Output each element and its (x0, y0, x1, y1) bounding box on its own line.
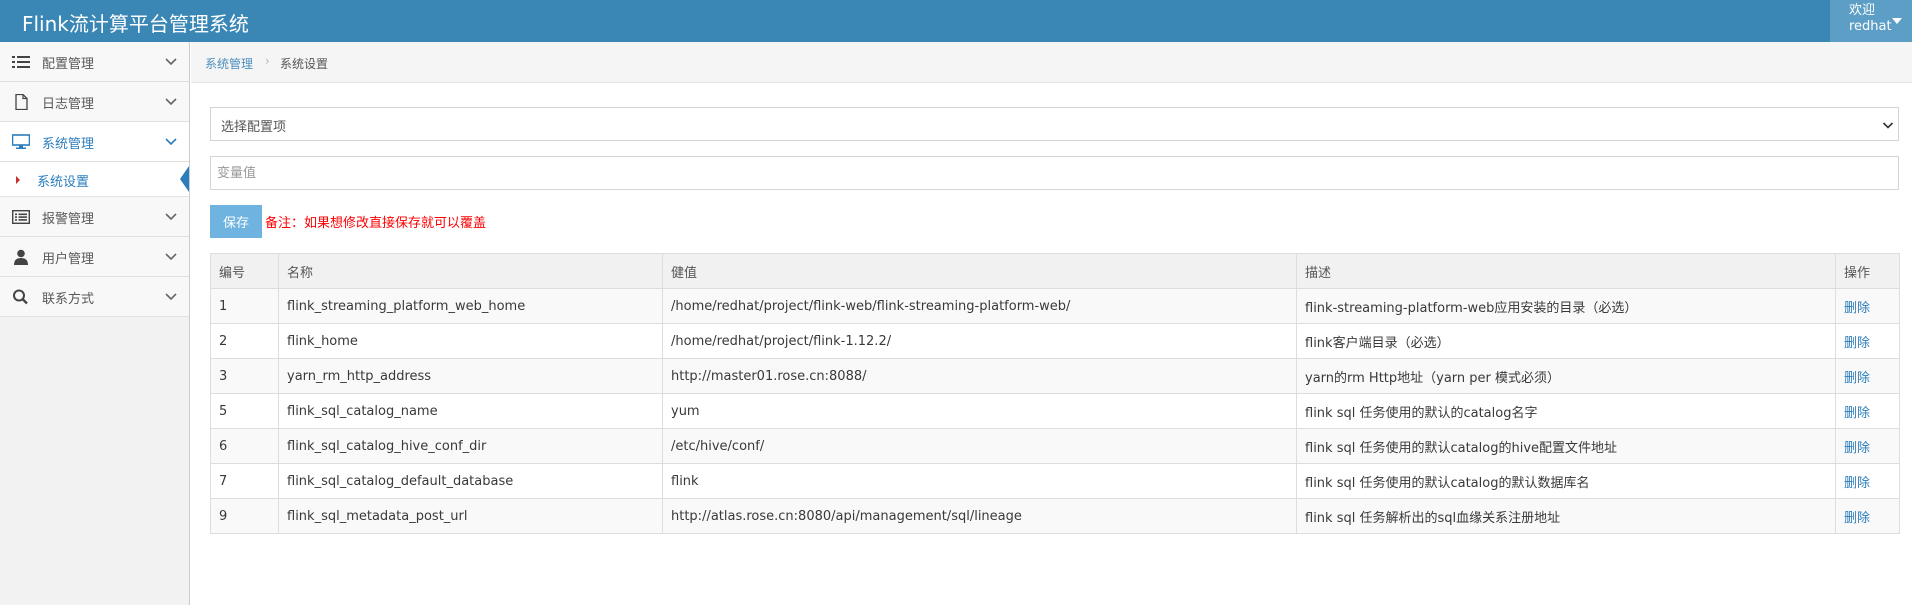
sidebar-item-label: 联系方式 (42, 292, 95, 307)
sidebar-item-label: 用户管理 (42, 252, 95, 267)
cell-name: flink_sql_catalog_name (278, 393, 663, 429)
cell-id: 7 (210, 463, 279, 499)
cell-name: flink_sql_metadata_post_url (278, 498, 663, 534)
welcome-label: 欢迎 (1849, 3, 1876, 18)
delete-link[interactable]: 删除 (1835, 358, 1900, 394)
sidebar: 配置管理 日志管理 系统管理 系统设置 报警管理 用户管理 联系方式 (0, 42, 190, 605)
cell-id: 6 (210, 428, 279, 464)
caret-right-icon (16, 176, 20, 184)
cell-description: flink sql 任务使用的默认的catalog名字 (1296, 393, 1836, 429)
table-row: 2 flink_home /home/redhat/project/flink-… (210, 323, 1900, 359)
chevron-down-icon (165, 293, 177, 301)
note-text: 备注：如果想修改直接保存就可以覆盖 (265, 216, 487, 231)
column-header-name: 名称 (278, 253, 663, 289)
table-header-row: 编号 名称 健值 描述 操作 (210, 253, 1900, 289)
delete-link[interactable]: 删除 (1835, 498, 1900, 534)
cell-value: http://atlas.rose.cn:8080/api/management… (662, 498, 1297, 534)
sidebar-item-logs[interactable]: 日志管理 (0, 82, 189, 122)
search-icon (13, 289, 28, 305)
cell-description: flink sql 任务使用的默认catalog的默认数据库名 (1296, 463, 1836, 499)
list-icon (12, 56, 30, 68)
user-icon (14, 249, 28, 265)
table-row: 5 flink_sql_catalog_name yum flink sql 任… (210, 393, 1900, 429)
cell-name: flink_streaming_platform_web_home (278, 288, 663, 324)
column-header-id: 编号 (210, 253, 279, 289)
desktop-icon (12, 134, 30, 149)
breadcrumb-separator-icon: › (265, 54, 270, 68)
caret-down-icon (1892, 18, 1902, 24)
cell-name: flink_sql_catalog_default_database (278, 463, 663, 499)
list-alt-icon (12, 210, 30, 225)
cell-value: http://master01.rose.cn:8088/ (662, 358, 1297, 394)
breadcrumb-parent-link[interactable]: 系统管理 (205, 55, 253, 72)
sidebar-subitem-label: 系统设置 (37, 175, 90, 190)
cell-description: flink sql 任务使用的默认catalog的hive配置文件地址 (1296, 428, 1836, 464)
cell-name: flink_home (278, 323, 663, 359)
table-row: 1 flink_streaming_platform_web_home /hom… (210, 288, 1900, 324)
chevron-down-icon (165, 98, 177, 106)
cell-id: 1 (210, 288, 279, 324)
cell-id: 5 (210, 393, 279, 429)
active-indicator-arrow (180, 166, 189, 192)
cell-value: flink (662, 463, 1297, 499)
app-title[interactable]: Flink流计算平台管理系统 (22, 8, 249, 37)
sidebar-item-users[interactable]: 用户管理 (0, 237, 189, 277)
top-navbar: Flink流计算平台管理系统 欢迎 redhat (0, 0, 1912, 42)
table-row: 9 flink_sql_metadata_post_url http://atl… (210, 498, 1900, 534)
cell-value: /home/redhat/project/flink-web/flink-str… (662, 288, 1297, 324)
delete-link[interactable]: 删除 (1835, 393, 1900, 429)
chevron-down-icon (165, 58, 177, 66)
column-header-description: 描述 (1296, 253, 1836, 289)
column-header-action: 操作 (1835, 253, 1900, 289)
cell-value: yum (662, 393, 1297, 429)
sidebar-item-label: 配置管理 (42, 57, 95, 72)
chevron-down-icon (165, 138, 177, 146)
cell-value: /etc/hive/conf/ (662, 428, 1297, 464)
cell-description: flink sql 任务解析出的sql血缘关系注册地址 (1296, 498, 1836, 534)
username-label: redhat (1849, 19, 1892, 34)
delete-link[interactable]: 删除 (1835, 288, 1900, 324)
chevron-down-icon (165, 213, 177, 221)
config-item-select[interactable]: 选择配置项 (210, 107, 1899, 141)
sidebar-item-contact[interactable]: 联系方式 (0, 277, 189, 317)
cell-description: yarn的rm Http地址（yarn per 模式必须） (1296, 358, 1836, 394)
sidebar-item-label: 日志管理 (42, 97, 95, 112)
cell-description: flink-streaming-platform-web应用安装的目录（必选） (1296, 288, 1836, 324)
cell-value: /home/redhat/project/flink-1.12.2/ (662, 323, 1297, 359)
sidebar-item-system[interactable]: 系统管理 (0, 122, 189, 162)
column-header-value: 健值 (662, 253, 1297, 289)
cell-description: flink客户端目录（必选） (1296, 323, 1836, 359)
file-icon (15, 94, 28, 110)
chevron-down-icon (1882, 122, 1894, 129)
chevron-down-icon (165, 253, 177, 261)
table-row: 7 flink_sql_catalog_default_database fli… (210, 463, 1900, 499)
sidebar-item-label: 报警管理 (42, 212, 95, 227)
cell-name: flink_sql_catalog_hive_conf_dir (278, 428, 663, 464)
select-placeholder: 选择配置项 (221, 120, 287, 135)
cell-id: 2 (210, 323, 279, 359)
variable-value-input[interactable] (210, 156, 1899, 190)
cell-id: 3 (210, 358, 279, 394)
sidebar-item-alerts[interactable]: 报警管理 (0, 197, 189, 237)
sidebar-item-config[interactable]: 配置管理 (0, 42, 189, 82)
delete-link[interactable]: 删除 (1835, 463, 1900, 499)
sidebar-item-label: 系统管理 (42, 137, 95, 152)
cell-id: 9 (210, 498, 279, 534)
config-table: 编号 名称 健值 描述 操作 1 flink_streaming_platfor… (210, 253, 1900, 534)
table-row: 6 flink_sql_catalog_hive_conf_dir /etc/h… (210, 428, 1900, 464)
delete-link[interactable]: 删除 (1835, 428, 1900, 464)
sidebar-subitem-system-settings[interactable]: 系统设置 (0, 162, 189, 197)
user-menu[interactable]: 欢迎 redhat (1830, 0, 1912, 42)
save-button[interactable]: 保存 (210, 205, 262, 238)
delete-link[interactable]: 删除 (1835, 323, 1900, 359)
breadcrumb-current: 系统设置 (280, 57, 329, 71)
table-row: 3 yarn_rm_http_address http://master01.r… (210, 358, 1900, 394)
cell-name: yarn_rm_http_address (278, 358, 663, 394)
breadcrumb: 系统管理 › 系统设置 (191, 42, 1912, 83)
